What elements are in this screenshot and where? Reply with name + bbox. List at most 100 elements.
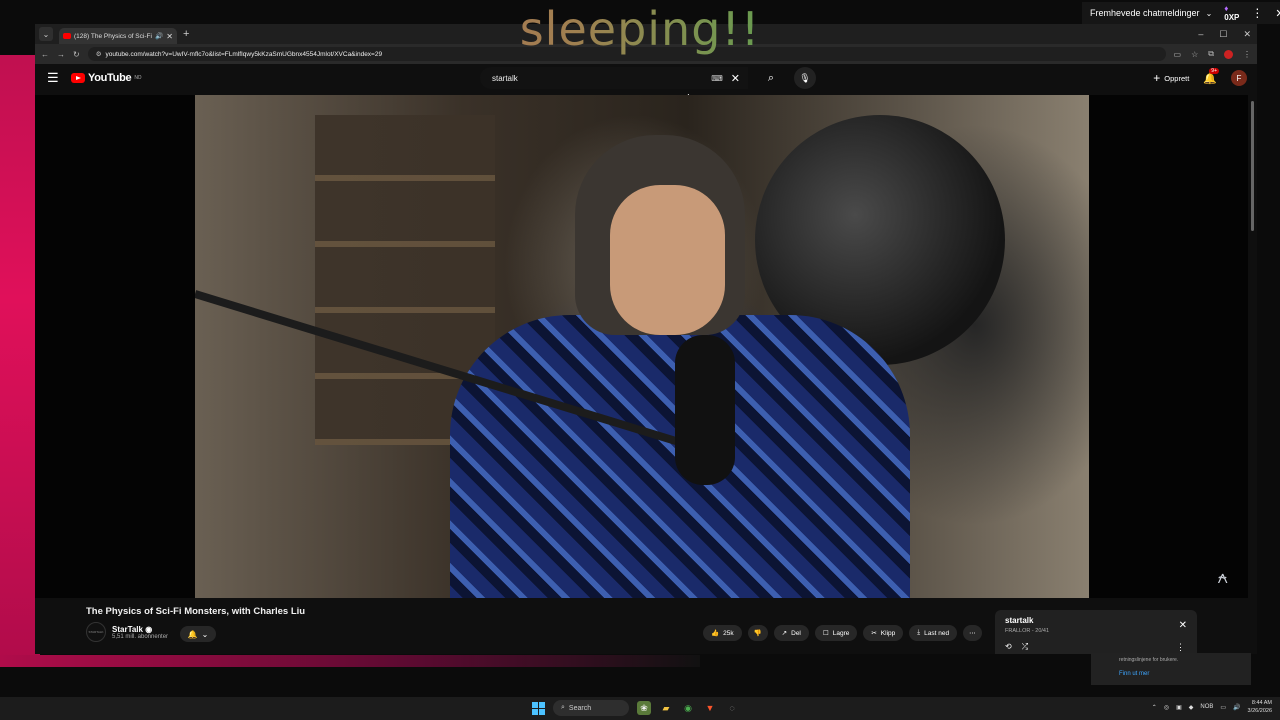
- thumbs-down-icon: 👎: [753, 630, 762, 637]
- desktop-wallpaper-strip: [0, 655, 700, 667]
- dislike-button[interactable]: 👎: [747, 625, 768, 641]
- clock[interactable]: 8:44 AM 3/26/2026: [1248, 699, 1272, 715]
- tray-app-icon-3[interactable]: ◆: [1189, 704, 1194, 711]
- app-icon[interactable]: ◌: [725, 701, 739, 715]
- browser-window: ⌄ (128) The Physics of Sci-Fi M 🔊 ✕ + – …: [35, 24, 1257, 654]
- person-face: [610, 185, 725, 335]
- share-icon: ↗: [781, 630, 788, 637]
- clip-button[interactable]: ✂ Klipp: [863, 625, 904, 641]
- more-options-icon[interactable]: ⋮: [1251, 6, 1263, 20]
- browser-toolbar: ← → ↻ ⚙ youtube.com/watch?v=UwIV-mflc7o&…: [35, 44, 1257, 64]
- tray-app-icon[interactable]: ◎: [1164, 704, 1169, 711]
- language-indicator[interactable]: NOB: [1200, 704, 1213, 710]
- window-close-icon[interactable]: ✕: [1243, 29, 1251, 40]
- forward-icon[interactable]: →: [57, 50, 65, 59]
- region-code: NO: [134, 75, 142, 81]
- reload-icon[interactable]: ↻: [73, 50, 80, 59]
- page-scrollbar[interactable]: [1248, 95, 1257, 654]
- verified-icon: ◉: [145, 624, 153, 634]
- back-icon[interactable]: ←: [41, 50, 49, 59]
- channel-name[interactable]: StarTalk ◉: [112, 625, 168, 634]
- tab-search-icon[interactable]: ⌄: [39, 27, 53, 41]
- youtube-play-icon: [71, 73, 85, 83]
- clock-time: 8:44 AM: [1251, 700, 1272, 706]
- subscribed-button[interactable]: 🔔 ⌄: [180, 626, 216, 642]
- keyboard-icon[interactable]: ⌨: [711, 74, 723, 83]
- more-actions-button[interactable]: ⋯: [963, 625, 982, 641]
- download-icon: ⤓: [917, 629, 921, 636]
- extensions-icon[interactable]: ⧉: [1208, 49, 1214, 59]
- hamburger-menu-icon[interactable]: ☰: [47, 70, 71, 86]
- create-button[interactable]: + Opprett: [1153, 71, 1189, 85]
- close-icon[interactable]: ✕: [1275, 7, 1280, 20]
- playlist-panel[interactable]: startalk FRALLOR - 20/41 ✕ ⟲ ⤮ ⋮: [995, 610, 1197, 654]
- widget-icon[interactable]: ❀: [637, 701, 651, 715]
- taskbar-search-label: Search: [568, 704, 592, 712]
- playlist-more-icon[interactable]: ⋮: [1176, 642, 1185, 653]
- tab-close-icon[interactable]: ✕: [166, 32, 173, 41]
- chrome-icon[interactable]: ◉: [681, 701, 695, 715]
- featured-chat-bar[interactable]: Fremhevede chatmeldinger ⌄ ♦ 0XP ⋮ ✕: [1082, 2, 1280, 24]
- learn-more-link[interactable]: Finn ut mer: [1119, 671, 1223, 677]
- voice-search-button[interactable]: 🎙: [794, 67, 816, 89]
- minimize-icon[interactable]: –: [1198, 29, 1203, 40]
- notice-text: retningslinjene for brukere.: [1119, 657, 1179, 663]
- playlist-owner: FRALLOR: [1005, 628, 1031, 634]
- channel-watermark-icon[interactable]: ⍲: [1217, 567, 1228, 588]
- windows-start-icon[interactable]: [532, 701, 545, 715]
- video-frame[interactable]: [195, 95, 1089, 598]
- maximize-icon[interactable]: ☐: [1219, 29, 1227, 40]
- like-button[interactable]: 👍 25k: [703, 625, 742, 641]
- channel-text: StarTalk ◉ 5,51 mill. abonnenter: [112, 625, 168, 640]
- volume-icon[interactable]: 🔊: [1233, 704, 1240, 711]
- network-icon[interactable]: ▭: [1220, 704, 1226, 711]
- taskbar-apps: ⌕ Search ❀ ▰ ◉ ▼ ◌: [532, 700, 739, 716]
- save-button[interactable]: ☐ Lagre: [814, 625, 858, 641]
- file-explorer-icon[interactable]: ▰: [659, 701, 673, 715]
- playlist-close-icon[interactable]: ✕: [1179, 620, 1187, 631]
- speaker-icon[interactable]: 🔊: [155, 32, 163, 40]
- video-title: The Physics of Sci-Fi Monsters, with Cha…: [86, 606, 306, 617]
- tab-strip: ⌄ (128) The Physics of Sci-Fi M 🔊 ✕ + – …: [35, 24, 1257, 44]
- chevron-down-icon[interactable]: ⌄: [1206, 9, 1213, 18]
- notifications-button[interactable]: 🔔 9+: [1203, 67, 1219, 85]
- site-info-icon[interactable]: ⚙: [96, 50, 102, 58]
- clear-search-icon[interactable]: ✕: [731, 72, 740, 85]
- tab-youtube[interactable]: (128) The Physics of Sci-Fi M 🔊 ✕: [59, 28, 177, 44]
- shuffle-icon[interactable]: ⤮: [1022, 642, 1028, 652]
- address-bar[interactable]: ⚙ youtube.com/watch?v=UwIV-mflc7o&list=F…: [87, 47, 1166, 61]
- save-label: Lagre: [832, 629, 850, 637]
- extension-icon[interactable]: [1224, 49, 1233, 59]
- xp-icon: ♦: [1224, 4, 1229, 13]
- channel-info[interactable]: STARTALK StarTalk ◉ 5,51 mill. abonnente…: [86, 622, 168, 642]
- xp-badge: ♦ 0XP: [1224, 4, 1239, 22]
- search-input[interactable]: startalk ⌨ ✕: [480, 67, 748, 89]
- search-query: startalk: [492, 73, 518, 83]
- brave-icon[interactable]: ▼: [703, 701, 717, 715]
- playlist-position: 20/41: [1035, 628, 1050, 634]
- channel-name-text: StarTalk: [112, 624, 143, 634]
- create-label: Opprett: [1164, 73, 1190, 83]
- channel-avatar[interactable]: STARTALK: [86, 622, 106, 642]
- loop-icon[interactable]: ⟲: [1005, 642, 1012, 652]
- new-tab-icon[interactable]: +: [183, 28, 189, 40]
- search-button[interactable]: ⌕: [756, 67, 786, 89]
- bookmark-star-icon[interactable]: ☆: [1191, 50, 1198, 59]
- video-player[interactable]: ⍲: [35, 95, 1248, 598]
- cast-icon[interactable]: ▭: [1174, 50, 1182, 59]
- share-button[interactable]: ↗ Del: [773, 625, 809, 641]
- tray-app-icon-2[interactable]: ▣: [1176, 704, 1182, 711]
- youtube-logo[interactable]: YouTube NO: [71, 72, 142, 84]
- taskbar-search[interactable]: ⌕ Search: [553, 700, 629, 716]
- scrollbar-thumb[interactable]: [1251, 101, 1254, 231]
- subscriber-count: 5,51 mill. abonnenter: [112, 633, 169, 640]
- menu-icon[interactable]: ⋮: [1243, 50, 1251, 59]
- share-label: Del: [791, 629, 801, 637]
- download-button[interactable]: ⤓ Last ned: [909, 625, 958, 641]
- search-icon: ⌕: [561, 704, 565, 711]
- account-avatar[interactable]: F: [1231, 70, 1247, 86]
- tray-overflow-icon[interactable]: ⌃: [1152, 704, 1157, 711]
- video-actions: 👍 25k 👎 ↗ Del ☐ Lagre ✂ Klipp ⤓ Last ned ⋯: [703, 625, 982, 641]
- window-controls: – ☐ ✕: [1198, 29, 1257, 40]
- info-notice: retningslinjene for brukere. Finn ut mer: [1091, 653, 1251, 685]
